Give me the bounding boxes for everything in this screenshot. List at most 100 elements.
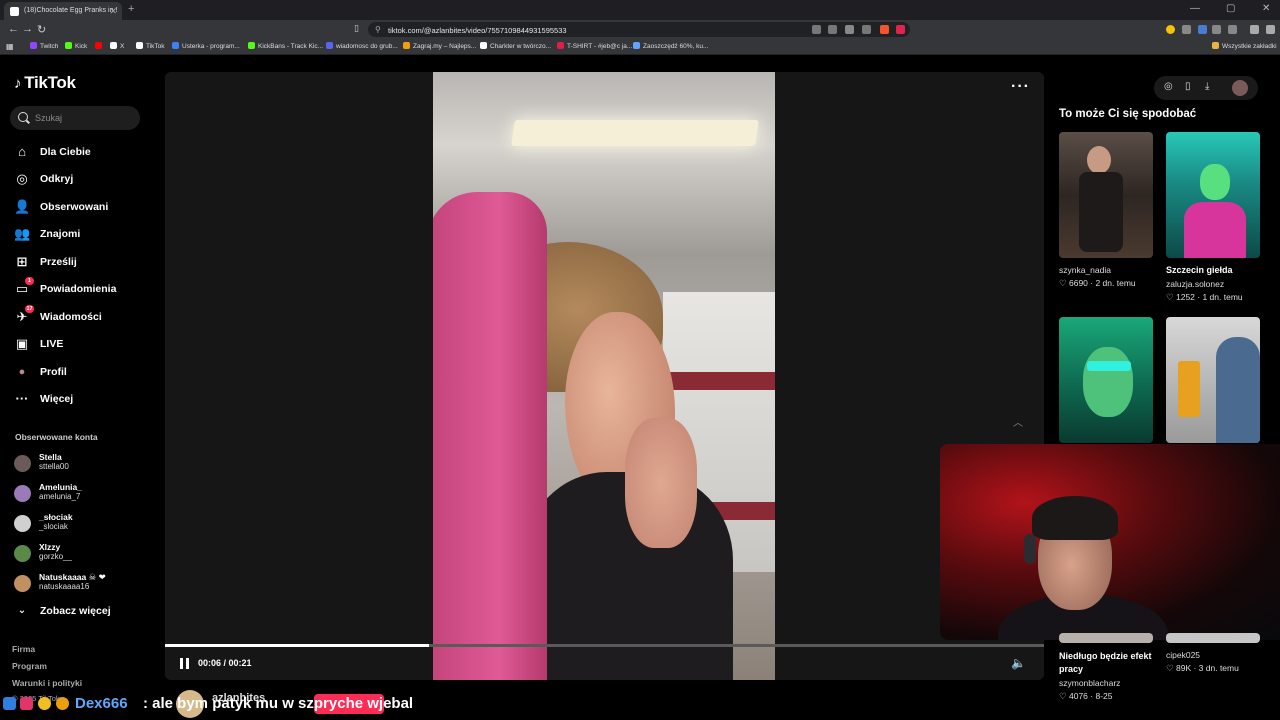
bookmark-item[interactable]: TikTok: [136, 42, 165, 50]
recommendation-title[interactable]: Szczecin giełda: [1166, 265, 1233, 275]
recommendation-thumbnail[interactable]: [1059, 633, 1153, 643]
bookmark-item[interactable]: T-SHIRT - #jeb@c ja...: [557, 42, 632, 50]
bookmark-item[interactable]: wiadomosc do grub...: [326, 42, 398, 50]
bookmark-item[interactable]: Zagraj.my – Najleps...: [403, 42, 476, 50]
nav-item-notifications[interactable]: ▭ 1 Powiadomienia: [14, 277, 154, 300]
bookmark-item[interactable]: KickBans - Track Kic...: [248, 42, 323, 50]
recommendation-thumbnail[interactable]: [1166, 633, 1260, 643]
account-handle: natuskaaaa16: [39, 582, 90, 591]
recommendation-thumbnail[interactable]: [1059, 317, 1153, 443]
time-display: 00:06 / 00:21: [198, 658, 252, 668]
recommendation-title[interactable]: Niedługo będzie efekt pracy: [1059, 650, 1155, 676]
footer-link-program[interactable]: Program: [12, 661, 47, 671]
live-icon: ▣: [15, 336, 29, 351]
nav-label: Obserwowani: [40, 201, 109, 213]
download-icon[interactable]: ⤓: [1205, 81, 1209, 92]
chevron-down-icon: ⌄: [17, 605, 27, 616]
user-avatar[interactable]: [1232, 80, 1248, 96]
volume-icon[interactable]: 🔈: [1011, 656, 1026, 670]
nav-item-live[interactable]: ▣ LIVE: [14, 335, 154, 355]
address-toolbar: ← → ↻ ▯ ⚲ tiktok.com/@azlanbites/video/7…: [0, 20, 1280, 39]
device-icon[interactable]: ▯: [1185, 81, 1191, 92]
streamer-webcam: [940, 444, 1280, 640]
extension-icon[interactable]: [812, 25, 821, 34]
recommendation-thumbnail[interactable]: [1166, 317, 1260, 443]
extension-icon[interactable]: [828, 25, 837, 34]
woman-hand: [625, 418, 697, 548]
recommendation-title[interactable]: cipek025: [1166, 650, 1200, 660]
translate-icon[interactable]: [845, 25, 854, 34]
recommendation-author[interactable]: szymonblacharz: [1059, 678, 1120, 688]
see-more-button[interactable]: ⌄ Zobacz więcej: [14, 602, 154, 622]
nav-item-messages[interactable]: ✈ 17 Wiadomości: [14, 305, 154, 328]
tab-close-icon[interactable]: ✕: [109, 6, 117, 17]
forward-icon[interactable]: →: [22, 23, 33, 35]
footer-link-company[interactable]: Firma: [12, 644, 35, 654]
nav-item-compass[interactable]: ◎ Odkryj: [14, 170, 154, 190]
pause-icon[interactable]: [180, 658, 190, 669]
bookmark-item[interactable]: Usterka - program...: [172, 42, 240, 50]
video-frame[interactable]: [433, 72, 775, 680]
recommendation-title[interactable]: szynka_nadia: [1059, 265, 1111, 275]
search-input[interactable]: Szukaj: [10, 106, 140, 130]
nav-item-following[interactable]: 👤 Obserwowani: [14, 198, 154, 218]
extension-icon[interactable]: [1198, 25, 1207, 34]
followed-account[interactable]: Xlzzy gorzko__: [14, 542, 154, 568]
bookmark-item[interactable]: Zaoszczędź 60%, ku...: [633, 42, 708, 50]
followed-account[interactable]: Stella sttella00: [14, 452, 154, 478]
tiktok-logo[interactable]: ♪ TikTok: [14, 73, 76, 93]
reload-icon[interactable]: ↻: [37, 23, 46, 36]
more-icon: ···: [15, 391, 29, 406]
recommendation-thumbnail[interactable]: [1059, 132, 1153, 258]
bookmark-page-icon[interactable]: ▯: [354, 23, 359, 34]
bookmark-item[interactable]: Twitch: [30, 42, 58, 50]
extension-icon[interactable]: [1166, 25, 1175, 34]
maximize-icon[interactable]: ▢: [1226, 3, 1235, 14]
minimize-icon[interactable]: —: [1190, 3, 1200, 14]
bookmark-item[interactable]: Kick: [65, 42, 87, 50]
recommendation-thumbnail[interactable]: [1166, 132, 1260, 258]
bookmark-item[interactable]: [95, 42, 105, 50]
media-icon[interactable]: [1250, 25, 1259, 34]
sidebar-icon[interactable]: [1228, 25, 1237, 34]
apps-icon[interactable]: ▦: [6, 42, 14, 51]
home-icon: ⌂: [18, 144, 26, 159]
avatar: [14, 545, 31, 562]
coins-icon[interactable]: ◎: [1164, 81, 1173, 92]
browser-tab[interactable]: (18)Chocolate Egg Pranks in ! ✕: [4, 2, 122, 20]
followed-account[interactable]: Natuskaaaa ☠ ❤ natuskaaaa16: [14, 572, 154, 598]
zoom-icon[interactable]: [862, 25, 871, 34]
extensions-puzzle-icon[interactable]: [1212, 25, 1221, 34]
nav-item-home[interactable]: ⌂ Dla Ciebie: [14, 143, 154, 163]
rewards-icon[interactable]: [896, 25, 905, 34]
all-bookmarks[interactable]: Wszystkie zakładki: [1212, 42, 1277, 50]
nav-item-profile[interactable]: ● Profil: [14, 363, 154, 383]
bookmark-item[interactable]: Charkter w twórczo...: [480, 42, 551, 50]
kick-icon: [65, 42, 72, 49]
nav-item-friends[interactable]: 👥 Znajomi: [14, 225, 154, 245]
account-handle: gorzko__: [39, 552, 72, 561]
badge-icon: [3, 697, 16, 710]
nav-item-upload[interactable]: ⊞ Prześlij: [14, 253, 154, 273]
recommendation-author[interactable]: zaluzja.solonez: [1166, 279, 1224, 289]
more-options-icon[interactable]: ···: [1011, 78, 1030, 96]
recommendations-title: To może Ci się spodobać: [1059, 108, 1197, 120]
extension-icon[interactable]: [1182, 25, 1191, 34]
recommendation-meta: ♡ 89K · 3 dn. temu: [1166, 663, 1239, 673]
nav-label: Odkryj: [40, 173, 74, 185]
brave-shield-icon[interactable]: [880, 25, 889, 34]
close-window-icon[interactable]: ✕: [1262, 3, 1270, 14]
progress-bar[interactable]: [165, 644, 1044, 647]
site-info-icon[interactable]: ⚲: [375, 25, 381, 34]
followed-account[interactable]: _słociak _slociak: [14, 512, 154, 538]
followed-account[interactable]: Amelunia_ amelunia_7: [14, 482, 154, 508]
nav-label: Więcej: [40, 393, 74, 405]
chevron-up-icon[interactable]: ︿: [1013, 414, 1023, 429]
new-tab-icon[interactable]: +: [128, 3, 134, 15]
nav-item-more[interactable]: ··· Więcej: [14, 390, 154, 410]
footer-link-terms[interactable]: Warunki i polityki: [12, 678, 82, 688]
video-player[interactable]: ··· ︿ 00:06 / 00:21 🔈: [165, 72, 1044, 680]
menu-icon[interactable]: [1266, 25, 1275, 34]
back-icon[interactable]: ←: [8, 23, 19, 35]
bookmark-item[interactable]: X: [110, 42, 124, 50]
